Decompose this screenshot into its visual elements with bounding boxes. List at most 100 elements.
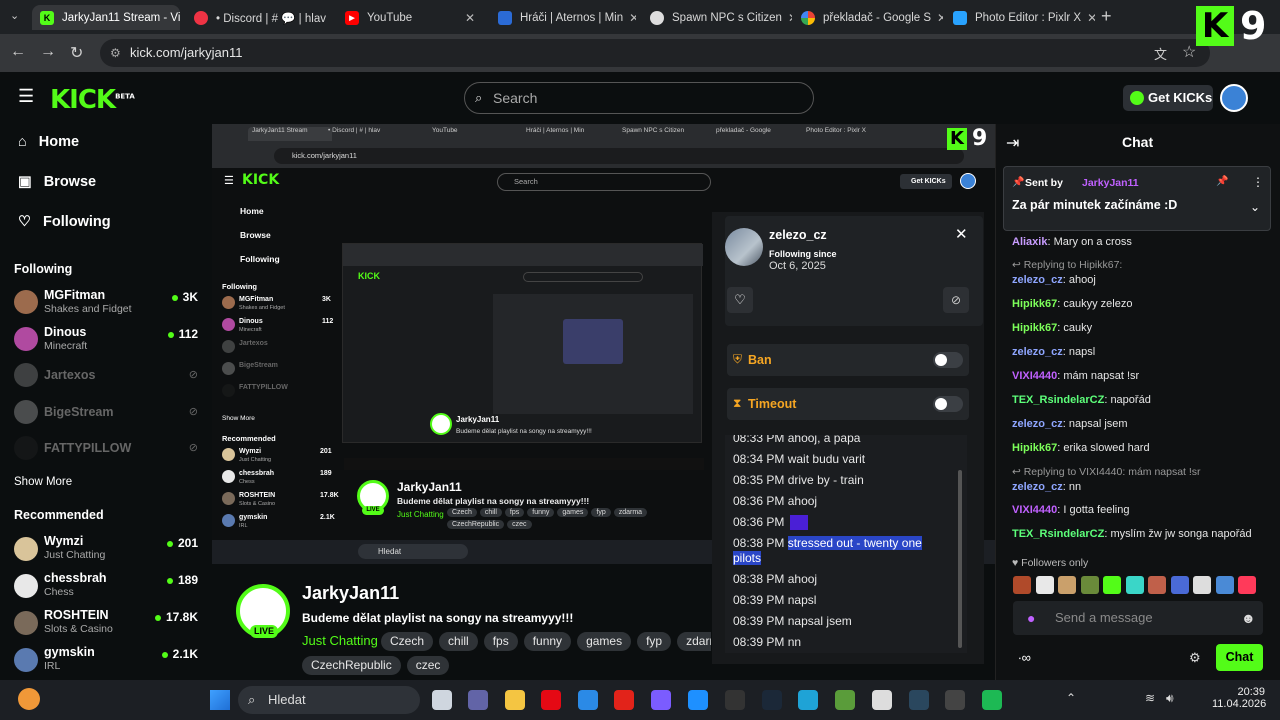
menu-icon[interactable]: ☰	[18, 86, 34, 107]
copilot-icon[interactable]	[651, 690, 671, 710]
chat-input[interactable]: ● Send a message ☻	[1013, 601, 1263, 635]
following-channel[interactable]: MGFitman Shakes and Fidget 3K	[14, 288, 204, 322]
app-icon[interactable]	[688, 690, 708, 710]
recommended-channel[interactable]: ROSHTEIN Slots & Casino 17.8K	[14, 608, 204, 642]
stream-category[interactable]: Just Chatting	[302, 633, 378, 648]
chat-username[interactable]: zelezo_cz	[1012, 274, 1063, 286]
emote-icon[interactable]	[1058, 576, 1076, 594]
new-tab-button[interactable]: +	[1101, 6, 1112, 27]
sidebar-nav-home[interactable]: ⌂ Home	[18, 134, 79, 150]
steam-icon-2[interactable]	[909, 690, 929, 710]
chrome-icon[interactable]	[872, 690, 892, 710]
file-explorer-icon[interactable]	[505, 690, 525, 710]
emote-icon[interactable]	[1080, 576, 1099, 594]
teams-icon[interactable]	[468, 690, 488, 710]
get-kicks-button[interactable]: Get KICKs	[1123, 85, 1213, 111]
weather-icon[interactable]	[18, 688, 40, 710]
close-tab-icon[interactable]: ✕	[326, 11, 330, 25]
emote-icon[interactable]	[1148, 576, 1166, 594]
mute-user-button[interactable]: ⊘	[943, 287, 969, 313]
stream-tag[interactable]: funny	[523, 632, 572, 651]
recommended-channel[interactable]: chessbrah Chess 189	[14, 571, 204, 605]
close-tab-icon[interactable]: ✕	[459, 11, 475, 25]
emote-icon[interactable]	[1013, 576, 1031, 594]
obs-icon[interactable]	[945, 690, 965, 710]
tab-citizens[interactable]: Spawn NPC s Citizen ✕	[642, 5, 792, 30]
tab-google-translate[interactable]: překladač - Google S ✕	[793, 5, 943, 30]
tab-kick[interactable]: K JarkyJan11 Stream - Vi ✕	[32, 5, 180, 30]
tab-search-icon[interactable]: ⌄	[10, 9, 19, 22]
kick-logo[interactable]: KICKBETA	[50, 85, 135, 115]
emote-icon[interactable]	[1125, 576, 1144, 594]
url-field[interactable]: ⚙ kick.com/jarkyjan11	[100, 39, 1210, 67]
netflix-icon[interactable]	[541, 690, 561, 710]
emote-icon[interactable]	[1035, 576, 1054, 594]
ban-toggle[interactable]	[933, 352, 963, 368]
follow-heart-button[interactable]: ♡	[727, 287, 753, 313]
chat-username[interactable]: VIXI4440	[1012, 504, 1057, 516]
recommended-channel[interactable]: Wymzi Just Chatting 201	[14, 534, 204, 568]
epic-games-icon[interactable]	[725, 690, 745, 710]
stream-tag[interactable]: Czech	[381, 632, 434, 651]
chat-username[interactable]: VIXI4440	[1012, 370, 1057, 382]
spotify-icon[interactable]	[982, 690, 1002, 710]
wifi-icon[interactable]: ≋	[1145, 691, 1155, 705]
show-more-link[interactable]: Show More	[14, 476, 72, 488]
emote-icon[interactable]	[1238, 576, 1256, 594]
close-tab-icon[interactable]: ✕	[623, 11, 636, 25]
search-input[interactable]: ⌕ Search	[464, 82, 814, 114]
edge-icon[interactable]	[798, 690, 818, 710]
stream-tag[interactable]: fps	[483, 632, 518, 651]
bookmark-star-icon[interactable]: ☆	[1182, 42, 1196, 62]
emote-icon[interactable]	[1215, 576, 1234, 594]
following-channel[interactable]: Jartexos ⊘	[14, 363, 204, 399]
site-info-icon[interactable]: ⚙	[110, 39, 121, 67]
reload-icon[interactable]: ↻	[70, 43, 83, 63]
chat-username[interactable]: TEX_RsindelarCZ	[1012, 528, 1104, 540]
close-tab-icon[interactable]: ✕	[931, 11, 943, 25]
store-icon[interactable]	[578, 690, 598, 710]
emoji-icon[interactable]: ☻	[1241, 601, 1256, 635]
user-card-username[interactable]: zelezo_cz	[769, 228, 827, 242]
recommended-channel[interactable]: gymskin IRL 2.1K	[14, 645, 204, 679]
task-view-icon[interactable]	[432, 690, 452, 710]
stream-tag[interactable]: zdarm	[677, 632, 711, 651]
more-options-icon[interactable]: ⋮	[1252, 175, 1264, 189]
chat-username[interactable]: TEX_RsindelarCZ	[1012, 394, 1104, 406]
volume-icon[interactable]: 🔊︎	[1166, 691, 1174, 706]
taskbar-search[interactable]: ⌕ Hledat	[238, 686, 420, 714]
kicks-icon[interactable]: ∙∞	[1018, 650, 1031, 665]
tray-chevron-icon[interactable]: ⌃	[1066, 691, 1076, 705]
minecraft-icon[interactable]	[835, 690, 855, 710]
sidebar-nav-following[interactable]: ♡ Following	[18, 214, 111, 230]
user-avatar[interactable]	[1220, 84, 1248, 112]
stream-tag[interactable]: czec	[406, 656, 450, 675]
stream-tag[interactable]: chill	[439, 632, 478, 651]
timeout-toggle[interactable]	[933, 396, 963, 412]
history-scrollbar[interactable]	[958, 470, 962, 648]
lenovo-icon[interactable]	[614, 690, 634, 710]
gear-icon[interactable]: ⚙	[1189, 650, 1201, 666]
back-icon[interactable]: ←	[10, 43, 26, 61]
collapse-chat-icon[interactable]: ⇥	[1006, 133, 1019, 153]
chat-username[interactable]: Hipikk67	[1012, 322, 1057, 334]
chat-username[interactable]: Hipikk67	[1012, 298, 1057, 310]
streamer-name[interactable]: JarkyJan11	[302, 583, 399, 604]
translate-icon[interactable]: 文	[1154, 44, 1167, 63]
windows-start-icon[interactable]	[210, 690, 230, 710]
emote-icon[interactable]	[1103, 576, 1121, 594]
chat-username[interactable]: zelezo_cz	[1012, 481, 1063, 493]
following-channel[interactable]: BigeStream ⊘	[14, 400, 204, 436]
chat-username[interactable]: zelezo_cz	[1012, 346, 1063, 358]
emote-icon[interactable]	[1170, 576, 1189, 594]
tab-aternos[interactable]: Hráči | Aternos | Min ✕	[490, 5, 636, 30]
stream-tag[interactable]: fyp	[637, 632, 672, 651]
close-tab-icon[interactable]: ✕	[1081, 11, 1095, 25]
close-icon[interactable]: ✕	[955, 225, 968, 243]
tab-youtube[interactable]: ▶ YouTube ✕	[337, 5, 483, 30]
send-chat-button[interactable]: Chat	[1216, 644, 1263, 671]
tab-pixlr[interactable]: Photo Editor : Pixlr X ✕	[945, 5, 1095, 30]
tab-discord[interactable]: • Discord | # 💬 | hlav ✕	[186, 5, 330, 30]
close-tab-icon[interactable]: ✕	[782, 11, 792, 25]
steam-icon[interactable]	[762, 690, 782, 710]
